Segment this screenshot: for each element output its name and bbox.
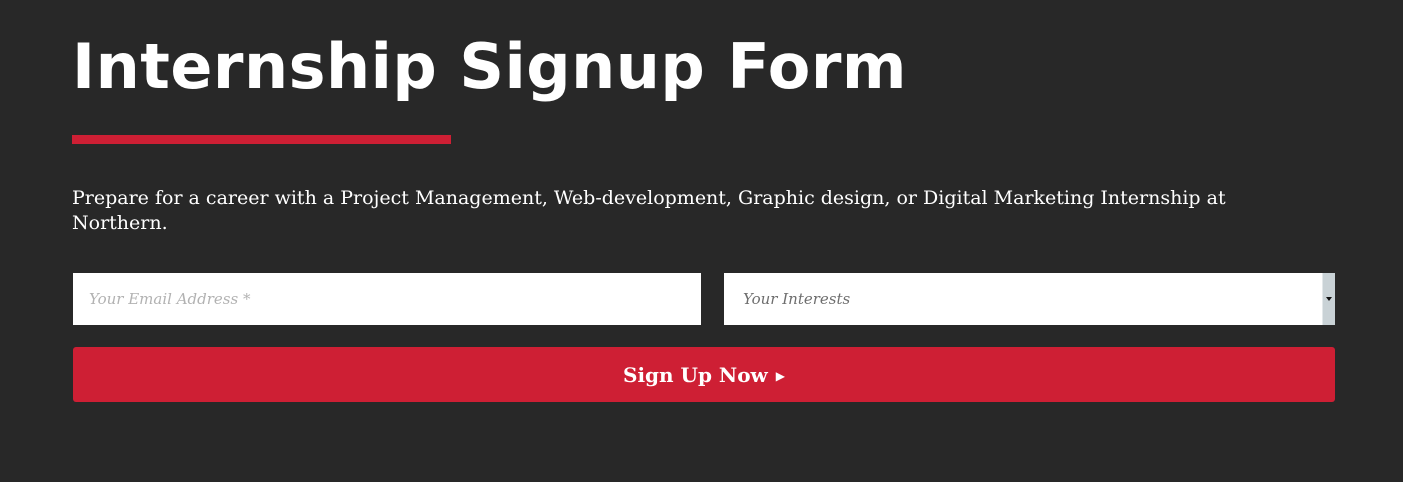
title-underline	[72, 135, 451, 144]
sign-up-button-label: Sign Up Now	[623, 362, 768, 387]
form-description: Prepare for a career with a Project Mana…	[72, 187, 1226, 234]
sign-up-button[interactable]: Sign Up Now ▶	[73, 347, 1335, 402]
interests-select[interactable]: Your Interests	[724, 273, 1335, 325]
play-arrow-icon: ▶	[775, 369, 785, 383]
signup-page: Internship Signup Form Prepare for a car…	[0, 0, 1403, 482]
interests-selected-value: Your Interests	[743, 290, 851, 308]
select-dropdown-toggle[interactable]	[1322, 273, 1335, 325]
page-title: Internship Signup Form	[72, 30, 908, 103]
email-field[interactable]	[73, 273, 701, 325]
chevron-down-icon	[1326, 297, 1332, 301]
